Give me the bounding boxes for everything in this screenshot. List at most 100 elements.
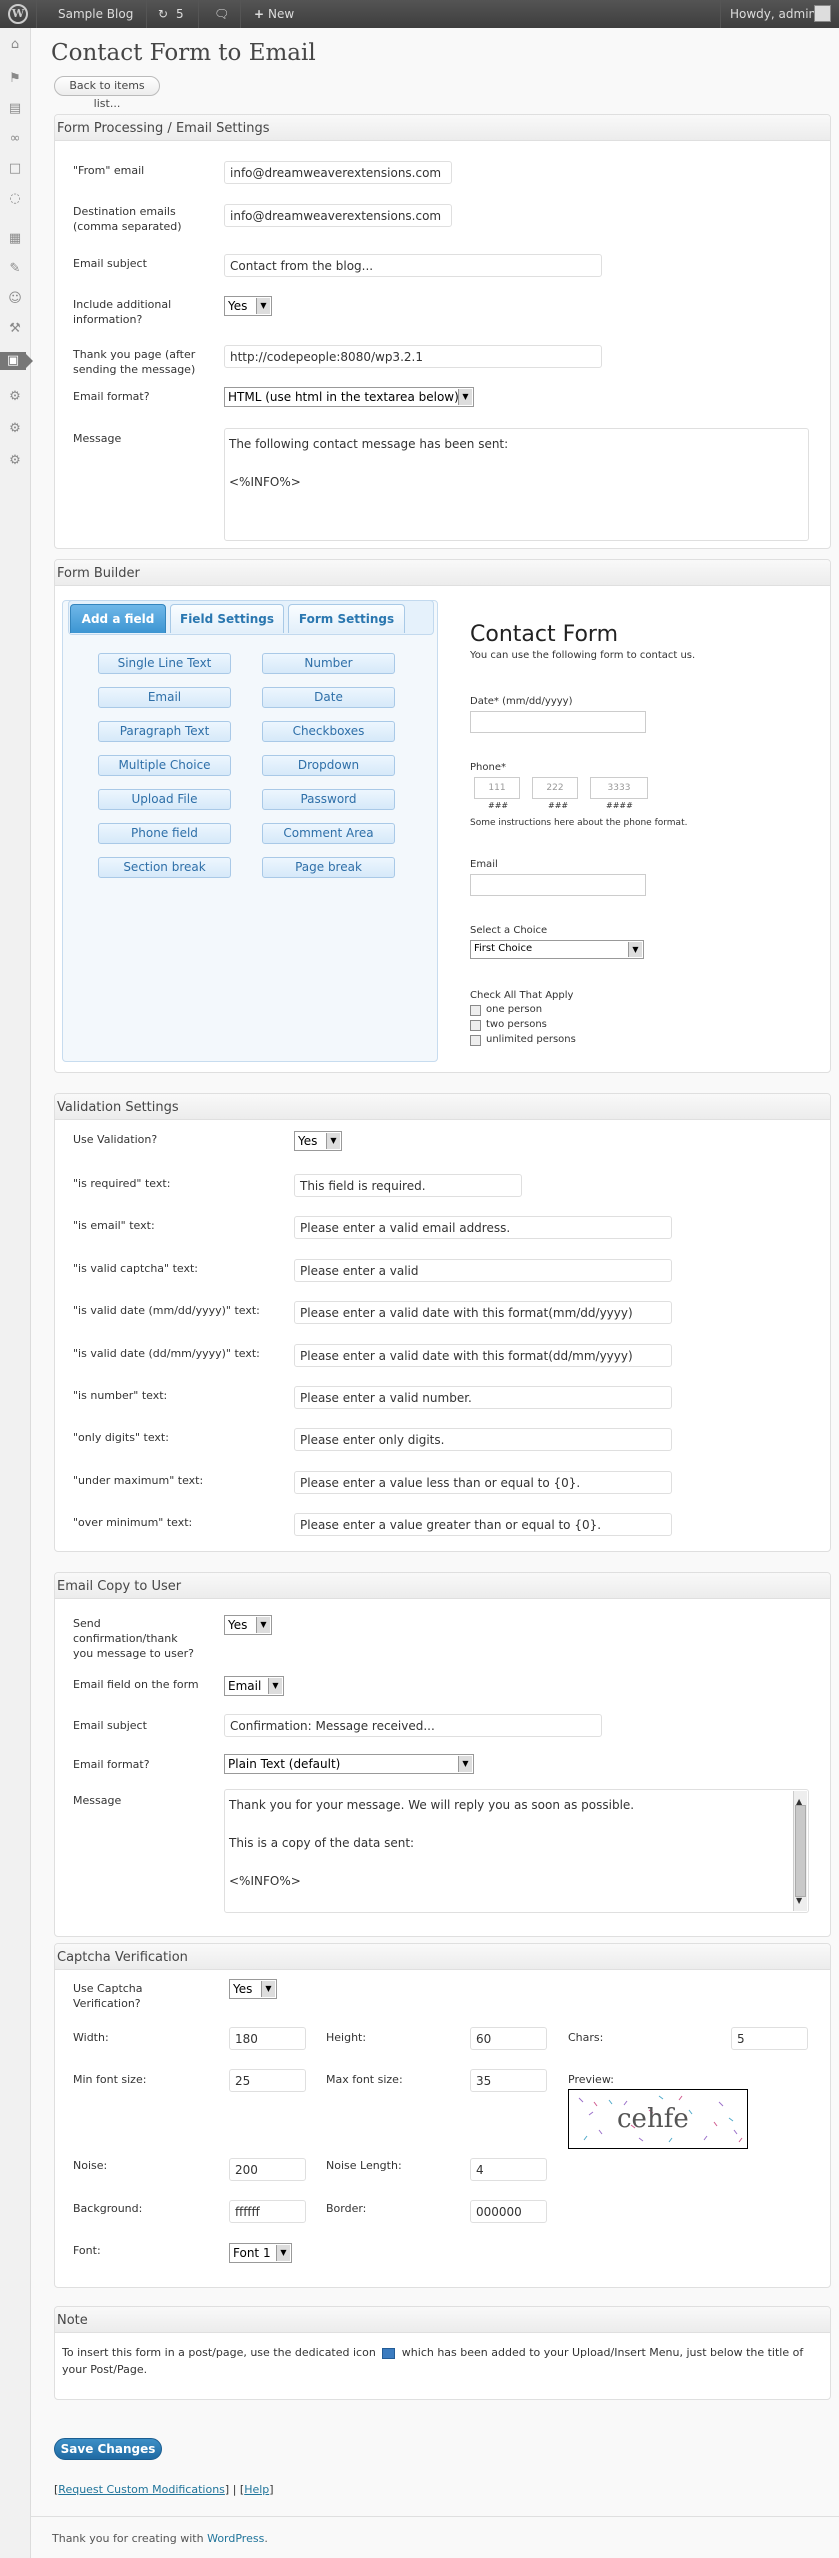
settings-gear-icon-2[interactable]: ⚙: [6, 420, 24, 438]
validation-row-input[interactable]: Please enter a valid email address.: [294, 1216, 672, 1240]
users-icon[interactable]: ☺: [6, 290, 24, 308]
preview-date-input[interactable]: [470, 711, 646, 733]
form-processing-heading: Form Processing / Email Settings: [55, 115, 830, 141]
validation-row-input[interactable]: Please enter a valid date with this form…: [294, 1343, 672, 1367]
scroll-up-icon[interactable]: ▲: [796, 1792, 802, 1811]
scroll-down-icon[interactable]: ▼: [796, 1891, 802, 1910]
copy-subject-input[interactable]: Confirmation: Message received...: [224, 1714, 602, 1737]
preview-checkbox-2[interactable]: [470, 1020, 481, 1031]
comments-menu-icon[interactable]: ◌: [6, 190, 24, 208]
add-upload-file-button[interactable]: Upload File: [98, 789, 231, 810]
message-label: Message: [73, 432, 122, 445]
use-captcha-select[interactable]: Yes ▼: [229, 1979, 277, 1999]
captcha-width-input[interactable]: 180: [229, 2027, 306, 2050]
max-font-size-input[interactable]: 35: [470, 2069, 547, 2092]
wordpress-link[interactable]: WordPress: [207, 2532, 264, 2545]
font-select[interactable]: Font 1 ▼: [229, 2243, 292, 2263]
thank-you-page-input[interactable]: http://codepeople:8080/wp3.2.1: [224, 345, 602, 368]
include-info-value: Yes: [228, 299, 248, 313]
validation-row-input[interactable]: This field is required.: [294, 1174, 522, 1197]
validation-row-input[interactable]: Please enter only digits.: [294, 1428, 672, 1452]
add-phone-field-button[interactable]: Phone field: [98, 823, 231, 844]
settings-gear-icon-3[interactable]: ⚙: [6, 452, 24, 470]
scrollbar-thumb[interactable]: [795, 1805, 806, 1897]
tab-add-a-field[interactable]: Add a field: [70, 604, 166, 633]
copy-format-select[interactable]: Plain Text (default) ▼: [224, 1754, 474, 1774]
preview-phone-part-2[interactable]: 222: [532, 777, 578, 799]
background-input[interactable]: ffffff: [229, 2200, 306, 2223]
include-info-select[interactable]: Yes ▼: [224, 296, 272, 316]
avatar[interactable]: [814, 5, 831, 22]
preview-choice-select[interactable]: First Choice ▼: [470, 940, 644, 959]
links-icon[interactable]: ∞: [6, 130, 24, 148]
validation-row-input[interactable]: Please enter a value greater than or equ…: [294, 1513, 672, 1537]
preview-checkbox-3[interactable]: [470, 1035, 481, 1046]
email-subject-input[interactable]: Contact from the blog...: [224, 254, 602, 277]
add-email-button[interactable]: Email: [98, 687, 231, 708]
copy-message-line-1: Thank you for your message. We will repl…: [229, 1798, 635, 1812]
add-password-button[interactable]: Password: [262, 789, 395, 810]
pages-icon[interactable]: □: [6, 160, 24, 178]
tab-field-settings[interactable]: Field Settings: [170, 604, 284, 633]
help-link[interactable]: Help: [244, 2483, 269, 2496]
updates-count[interactable]: 5: [176, 7, 184, 21]
request-custom-modifications-link[interactable]: Request Custom Modifications: [58, 2483, 225, 2496]
add-page-break-button[interactable]: Page break: [262, 857, 395, 878]
border-input[interactable]: 000000: [470, 2200, 547, 2223]
settings-gear-icon-1[interactable]: ⚙: [6, 388, 24, 406]
preview-phone-part-1[interactable]: 111: [474, 777, 520, 799]
preview-email-input[interactable]: [470, 874, 646, 896]
destination-emails-input[interactable]: info@dreamweaverextensions.com: [224, 204, 452, 227]
add-multiple-choice-button[interactable]: Multiple Choice: [98, 755, 231, 776]
preview-phone-hint-2: ###: [548, 801, 569, 810]
updates-icon[interactable]: ↻: [158, 7, 168, 21]
noise-length-input[interactable]: 4: [470, 2158, 547, 2181]
validation-row-label: "is required" text:: [73, 1177, 171, 1190]
tools-icon[interactable]: ⚒: [6, 320, 24, 338]
email-format-select[interactable]: HTML (use html in the textarea below) ▼: [224, 387, 474, 407]
appearance-icon[interactable]: ▦: [6, 230, 24, 248]
back-to-items-button[interactable]: Back to items list...: [54, 76, 160, 110]
send-confirmation-select[interactable]: Yes ▼: [224, 1615, 272, 1635]
tab-form-settings[interactable]: Form Settings: [288, 604, 405, 633]
email-field-select[interactable]: Email ▼: [224, 1676, 284, 1696]
new-content-link[interactable]: New: [268, 7, 294, 21]
contact-form-menu-icon[interactable]: ▣: [0, 352, 33, 370]
preview-phone-part-3[interactable]: 3333: [590, 777, 648, 799]
captcha-height-input[interactable]: 60: [470, 2027, 547, 2050]
use-validation-select[interactable]: Yes ▼: [294, 1131, 342, 1151]
add-date-button[interactable]: Date: [262, 687, 395, 708]
save-changes-button[interactable]: Save Changes: [54, 2438, 162, 2460]
posts-pin-icon[interactable]: ⚑: [6, 70, 24, 88]
preview-checks-label: Check All That Apply: [470, 990, 574, 1001]
add-comment-area-button[interactable]: Comment Area: [262, 823, 395, 844]
message-textarea[interactable]: The following contact message has been s…: [224, 428, 809, 541]
preview-checkbox-1[interactable]: [470, 1005, 481, 1016]
noise-input[interactable]: 200: [229, 2158, 306, 2181]
thank-you-page-label: Thank you page (after sending the messag…: [73, 348, 196, 376]
plus-icon[interactable]: +: [254, 7, 264, 21]
validation-row-input[interactable]: Please enter a valid date with this form…: [294, 1301, 672, 1325]
validation-row-input[interactable]: Please enter a value less than or equal …: [294, 1470, 672, 1494]
captcha-chars-input[interactable]: 5: [731, 2027, 808, 2050]
add-single-line-text-button[interactable]: Single Line Text: [98, 653, 231, 674]
add-section-break-button[interactable]: Section break: [98, 857, 231, 878]
add-checkboxes-button[interactable]: Checkboxes: [262, 721, 395, 742]
media-icon[interactable]: ▤: [6, 100, 24, 118]
validation-row-input[interactable]: Please enter a valid: [294, 1258, 672, 1282]
comments-icon[interactable]: 🗨: [214, 7, 229, 21]
add-paragraph-text-button[interactable]: Paragraph Text: [98, 721, 231, 742]
validation-row-input[interactable]: Please enter a valid number.: [294, 1386, 672, 1409]
min-font-size-input[interactable]: 25: [229, 2069, 306, 2092]
add-number-button[interactable]: Number: [262, 653, 395, 674]
add-dropdown-button[interactable]: Dropdown: [262, 755, 395, 776]
howdy-user-menu[interactable]: Howdy, admin: [730, 7, 816, 21]
email-field-value: Email: [228, 1679, 262, 1693]
dashboard-icon[interactable]: ⌂: [6, 36, 24, 54]
copy-message-textarea[interactable]: Thank you for your message. We will repl…: [224, 1789, 809, 1913]
wordpress-logo-icon[interactable]: W: [8, 4, 28, 24]
from-email-input[interactable]: info@dreamweaverextensions.com: [224, 161, 452, 184]
plugins-icon[interactable]: ✎: [6, 260, 24, 278]
textarea-scrollbar[interactable]: ▲ ▼: [793, 1791, 807, 1911]
site-name-link[interactable]: Sample Blog: [58, 7, 133, 21]
